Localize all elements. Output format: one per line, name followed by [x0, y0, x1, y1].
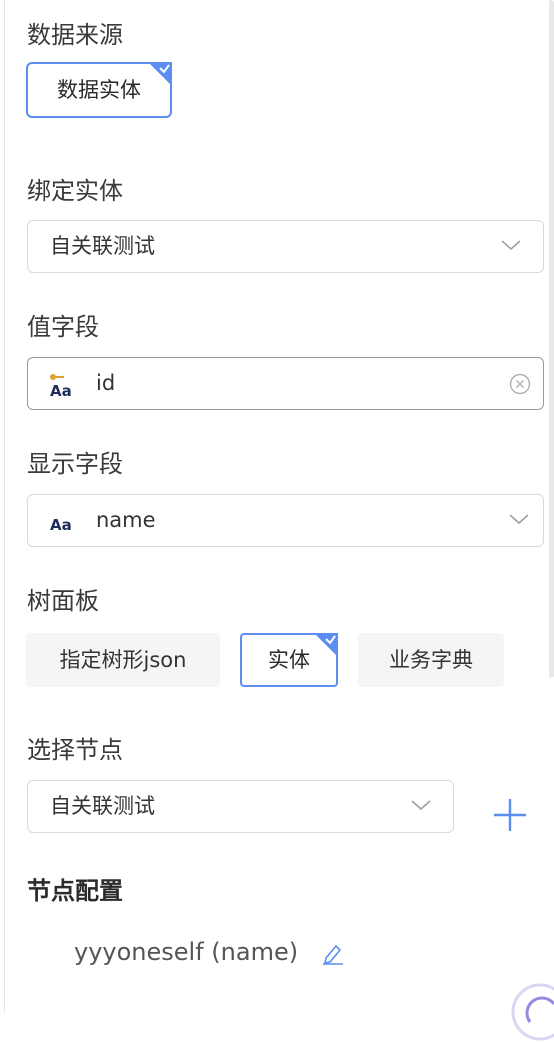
- select-node-select[interactable]: 自关联测试: [27, 780, 454, 833]
- selected-check-icon: [148, 62, 172, 86]
- tree-option-entity[interactable]: 实体: [240, 633, 338, 687]
- node-config-label: 节点配置: [27, 877, 123, 905]
- clear-icon[interactable]: [509, 373, 531, 395]
- tree-option-json[interactable]: 指定树形json: [26, 633, 220, 687]
- chevron-down-icon: [509, 514, 529, 525]
- select-node-value: 自关联测试: [50, 794, 155, 818]
- svg-text:Aa: Aa: [50, 516, 72, 534]
- bind-entity-label: 绑定实体: [27, 177, 123, 205]
- add-node-icon[interactable]: [493, 798, 527, 832]
- data-source-option-label: 数据实体: [57, 78, 141, 102]
- data-source-label: 数据来源: [27, 21, 123, 49]
- select-node-label: 选择节点: [27, 736, 123, 764]
- chevron-down-icon: [411, 800, 431, 811]
- display-field-value: name: [96, 508, 156, 532]
- aa-key-icon: Aa: [50, 374, 72, 398]
- display-field-label: 显示字段: [27, 450, 123, 478]
- bind-entity-value: 自关联测试: [50, 234, 155, 258]
- tree-option-dictionary[interactable]: 业务字典: [358, 633, 504, 687]
- chevron-down-icon: [501, 240, 521, 251]
- tree-option-entity-label: 实体: [268, 648, 310, 672]
- panel-left-border: [4, 0, 5, 1012]
- bind-entity-select[interactable]: 自关联测试: [27, 220, 544, 273]
- value-field-value: id: [96, 371, 116, 395]
- value-field-select[interactable]: Aa id: [27, 357, 544, 410]
- display-field-select[interactable]: Aa name: [27, 494, 544, 547]
- scrollbar[interactable]: [549, 0, 554, 678]
- node-config-item: yyyoneself (name): [74, 938, 299, 966]
- tree-panel-label: 树面板: [27, 587, 99, 615]
- selected-check-icon: [314, 633, 338, 657]
- data-source-option-entity[interactable]: 数据实体: [26, 62, 172, 118]
- value-field-label: 值字段: [27, 313, 99, 341]
- svg-text:Aa: Aa: [50, 382, 72, 398]
- aa-icon: Aa: [50, 516, 72, 534]
- edit-icon[interactable]: [321, 941, 345, 965]
- floating-action-icon[interactable]: [510, 982, 554, 1042]
